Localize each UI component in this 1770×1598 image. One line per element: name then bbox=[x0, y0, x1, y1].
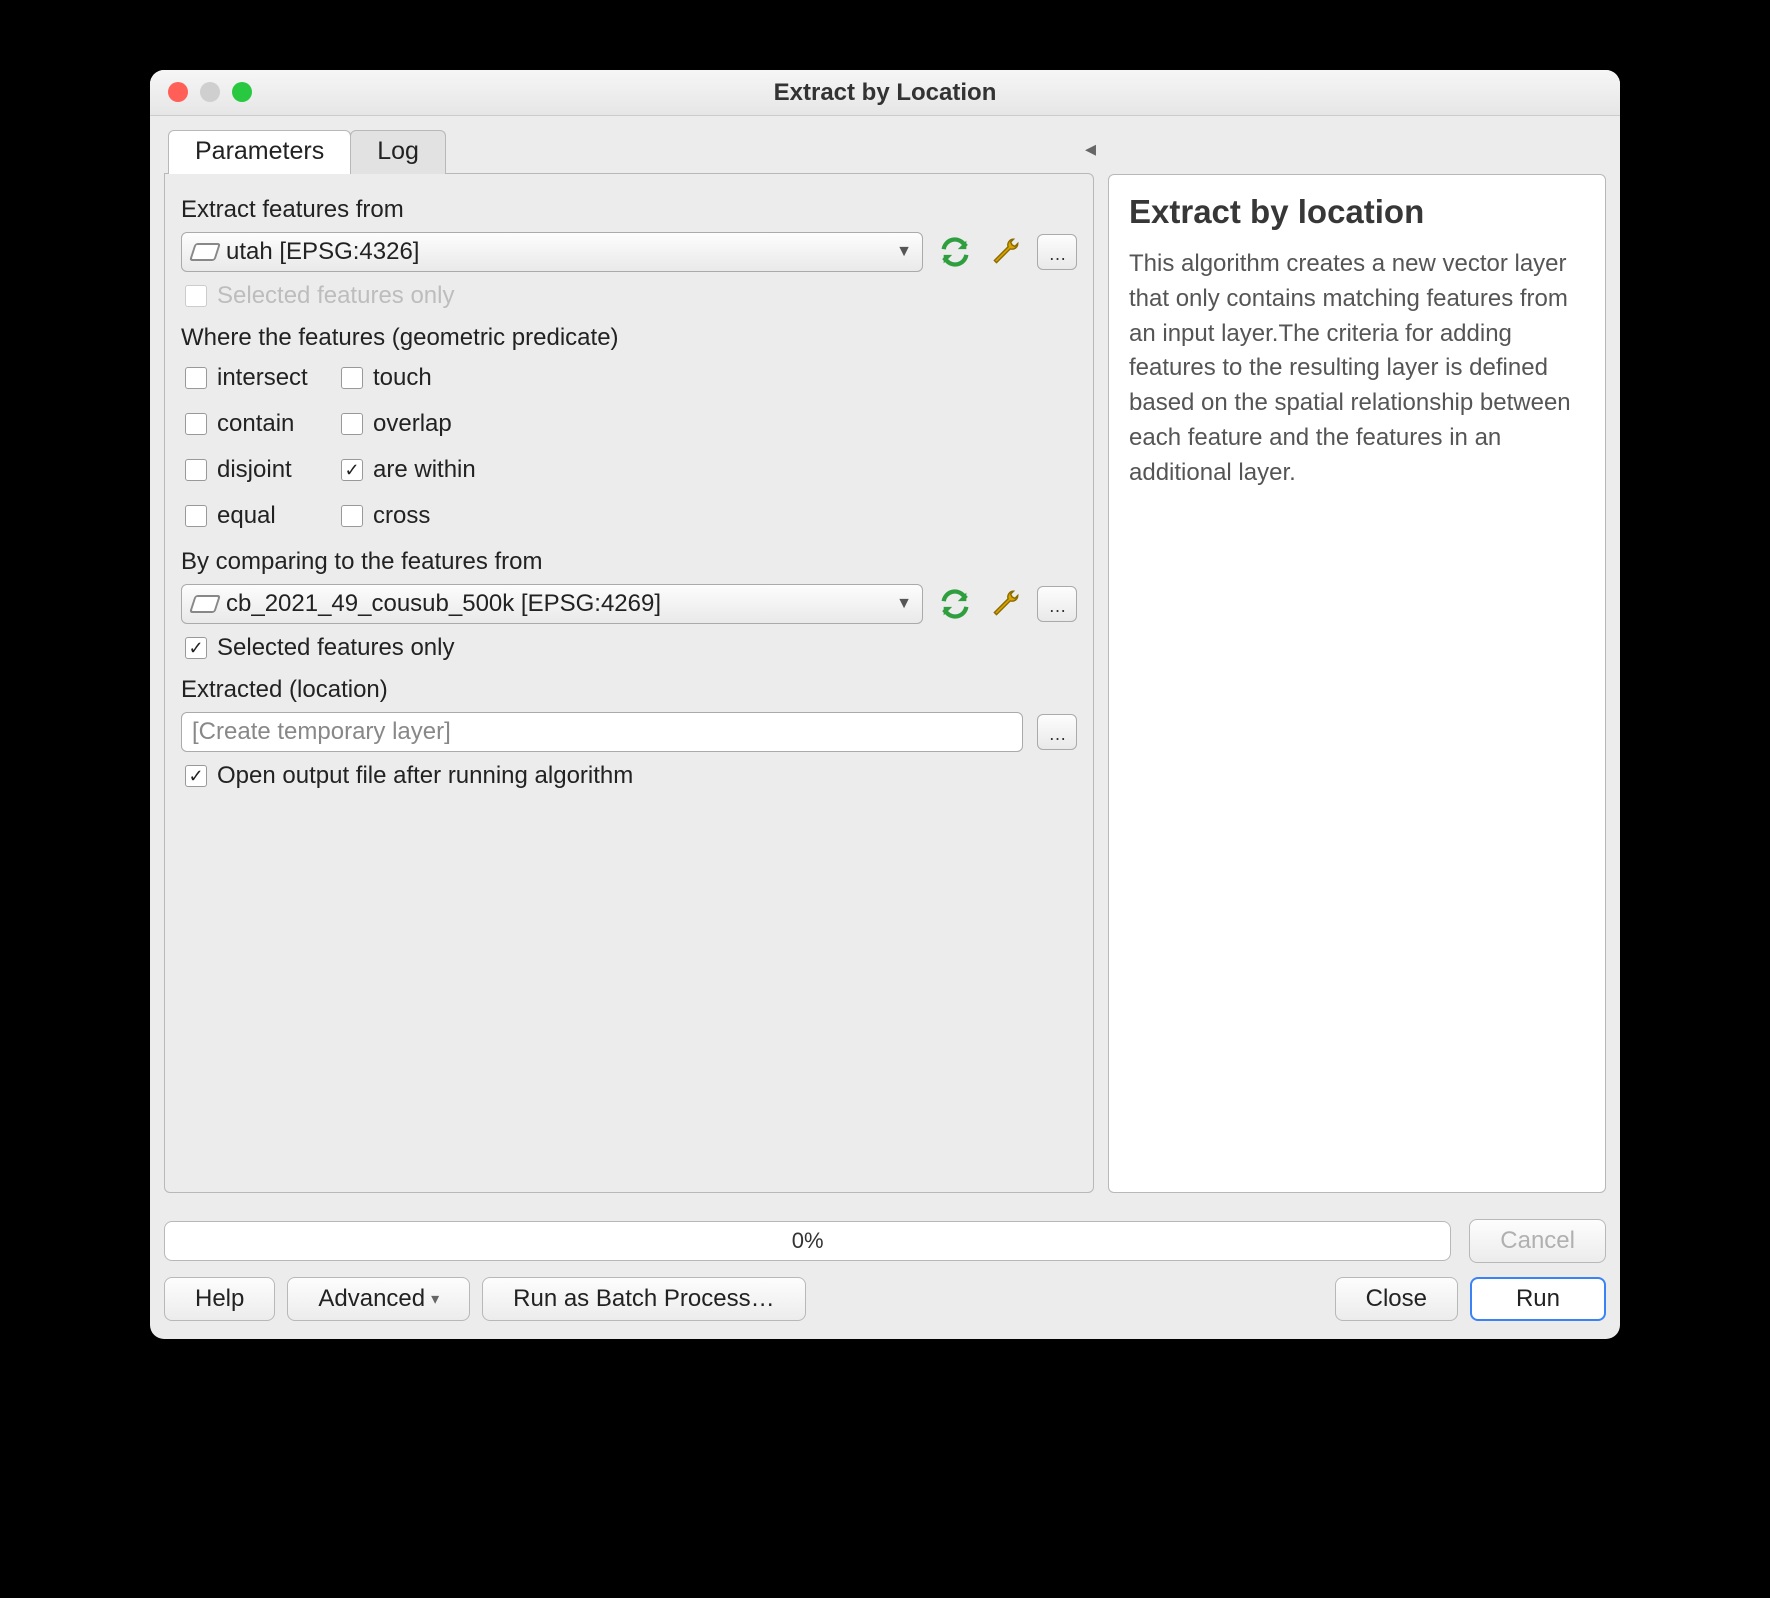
predicate-are-within-checkbox[interactable]: ✓ bbox=[341, 459, 363, 481]
window-title: Extract by Location bbox=[774, 79, 997, 107]
close-window-icon[interactable] bbox=[168, 82, 188, 102]
open-after-checkbox[interactable]: ✓ bbox=[185, 765, 207, 787]
left-pane: Parameters Log ◂ Extract features from u… bbox=[164, 130, 1094, 1193]
predicate-cross-checkbox[interactable] bbox=[341, 505, 363, 527]
predicate-equal-checkbox[interactable] bbox=[185, 505, 207, 527]
predicate-disjoint-label: disjoint bbox=[217, 456, 292, 484]
selected-only-source-row: Selected features only bbox=[185, 282, 1077, 310]
predicate-touch-label: touch bbox=[373, 364, 432, 392]
chevron-down-icon: ▼ bbox=[896, 595, 912, 613]
selected-only-compare-label: Selected features only bbox=[217, 634, 454, 662]
tab-parameters[interactable]: Parameters bbox=[168, 130, 351, 174]
output-placeholder: [Create temporary layer] bbox=[192, 718, 451, 746]
iterate-features-button[interactable] bbox=[937, 234, 973, 270]
output-header-label: Extracted (location) bbox=[181, 676, 1077, 704]
layer-icon bbox=[189, 595, 221, 613]
help-pane: Extract by location This algorithm creat… bbox=[1108, 174, 1606, 1193]
browse-compare-button[interactable]: … bbox=[1037, 586, 1077, 622]
predicate-grid: intersect touch contain overlap disjoint… bbox=[185, 364, 1073, 530]
iterate-features-button[interactable] bbox=[937, 586, 973, 622]
selected-only-compare-row: ✓ Selected features only bbox=[185, 634, 1077, 662]
predicate-overlap-label: overlap bbox=[373, 410, 452, 438]
selected-only-source-label: Selected features only bbox=[217, 282, 454, 310]
compare-to-value: cb_2021_49_cousub_500k [EPSG:4269] bbox=[226, 590, 661, 618]
predicate-overlap-checkbox[interactable] bbox=[341, 413, 363, 435]
predicate-equal-label: equal bbox=[217, 502, 276, 530]
browse-source-button[interactable]: … bbox=[1037, 234, 1077, 270]
tabstrip: Parameters Log bbox=[168, 130, 1094, 174]
predicate-contain-checkbox[interactable] bbox=[185, 413, 207, 435]
parameters-panel: Extract features from utah [EPSG:4326] ▼ bbox=[164, 173, 1094, 1193]
help-title: Extract by location bbox=[1129, 193, 1585, 231]
open-after-label: Open output file after running algorithm bbox=[217, 762, 633, 790]
extract-from-value: utah [EPSG:4326] bbox=[226, 238, 419, 266]
selected-only-source-checkbox bbox=[185, 285, 207, 307]
progress-bar: 0% bbox=[164, 1221, 1451, 1261]
browse-output-button[interactable]: … bbox=[1037, 714, 1077, 750]
output-path-input[interactable]: [Create temporary layer] bbox=[181, 712, 1023, 752]
predicate-touch-checkbox[interactable] bbox=[341, 367, 363, 389]
selected-only-compare-checkbox[interactable]: ✓ bbox=[185, 637, 207, 659]
predicate-intersect-checkbox[interactable] bbox=[185, 367, 207, 389]
open-after-row: ✓ Open output file after running algorit… bbox=[185, 762, 1077, 790]
run-button[interactable]: Run bbox=[1470, 1277, 1606, 1321]
help-body: This algorithm creates a new vector laye… bbox=[1129, 247, 1585, 491]
titlebar: Extract by Location bbox=[150, 70, 1620, 116]
advanced-options-button[interactable] bbox=[987, 586, 1023, 622]
collapse-help-icon[interactable]: ◂ bbox=[1085, 136, 1096, 162]
predicate-contain-label: contain bbox=[217, 410, 294, 438]
dialog-body: Parameters Log ◂ Extract features from u… bbox=[150, 116, 1620, 1339]
layer-icon bbox=[189, 243, 221, 261]
help-button[interactable]: Help bbox=[164, 1277, 275, 1321]
cancel-button: Cancel bbox=[1469, 1219, 1606, 1263]
zoom-window-icon[interactable] bbox=[232, 82, 252, 102]
compare-to-combo[interactable]: cb_2021_49_cousub_500k [EPSG:4269] ▼ bbox=[181, 584, 923, 624]
traffic-lights bbox=[168, 82, 252, 102]
predicate-header-label: Where the features (geometric predicate) bbox=[181, 324, 1077, 352]
predicate-cross-label: cross bbox=[373, 502, 430, 530]
predicate-are-within-label: are within bbox=[373, 456, 476, 484]
dialog-window: Extract by Location Parameters Log ◂ Ext… bbox=[150, 70, 1620, 1339]
advanced-button[interactable]: Advanced bbox=[287, 1277, 470, 1321]
predicate-disjoint-checkbox[interactable] bbox=[185, 459, 207, 481]
tab-log[interactable]: Log bbox=[350, 130, 446, 174]
close-button[interactable]: Close bbox=[1335, 1277, 1458, 1321]
predicate-intersect-label: intersect bbox=[217, 364, 308, 392]
advanced-options-button[interactable] bbox=[987, 234, 1023, 270]
compare-to-label: By comparing to the features from bbox=[181, 548, 1077, 576]
progress-text: 0% bbox=[792, 1228, 824, 1254]
chevron-down-icon: ▼ bbox=[896, 243, 912, 261]
minimize-window-icon[interactable] bbox=[200, 82, 220, 102]
run-batch-button[interactable]: Run as Batch Process… bbox=[482, 1277, 805, 1321]
extract-from-combo[interactable]: utah [EPSG:4326] ▼ bbox=[181, 232, 923, 272]
extract-from-label: Extract features from bbox=[181, 196, 1077, 224]
